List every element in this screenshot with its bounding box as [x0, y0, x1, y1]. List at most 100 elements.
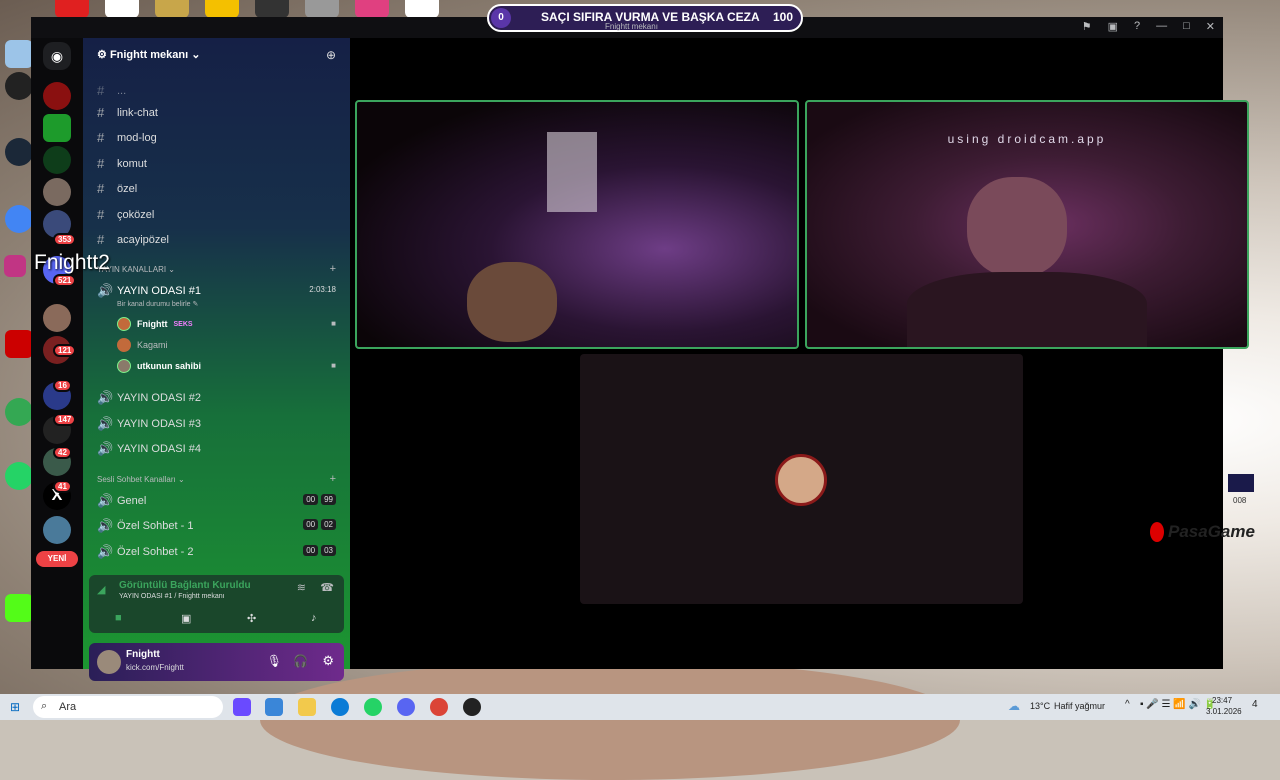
video-tile-3[interactable] [580, 354, 1023, 604]
add-channel-icon[interactable]: + [330, 473, 336, 485]
voice-channel-ozel-1[interactable]: 🔊 Özel Sohbet - 1 [97, 518, 193, 534]
screen-share-button[interactable]: ▣ [181, 612, 191, 625]
discord-home-icon[interactable]: ◉ [43, 42, 71, 70]
speaker-icon: 🔊 [97, 441, 114, 456]
server-settings-icon: ⚙ [97, 49, 107, 61]
obs-icon[interactable] [463, 698, 481, 716]
weather-icon[interactable]: ☁ [1008, 699, 1020, 713]
brand-logo-icon [1150, 522, 1164, 542]
clock-date[interactable]: 3.01.2026 [1206, 707, 1242, 716]
hash-icon: # [97, 130, 105, 145]
tray-icons[interactable]: ▪ 🎤 ☰ 📶 🔊 🔋 [1140, 699, 1216, 710]
chevron-up-icon[interactable]: ^ [1125, 699, 1130, 710]
weather-text: Hafif yağmur [1054, 701, 1106, 711]
channel-link-chat[interactable]: # link-chat [97, 105, 158, 120]
connection-detail[interactable]: YAYIN ODASI #1 / Fnightt mekanı [119, 593, 225, 600]
avatar[interactable] [97, 650, 121, 674]
server-icon[interactable] [43, 516, 71, 544]
add-member-icon[interactable]: ⊕ [326, 48, 336, 62]
channel-status-hint[interactable]: Bir kanal durumu belirle ✎ [117, 300, 198, 308]
explorer-icon[interactable] [298, 698, 316, 716]
weather-temp: 13°C [1030, 701, 1051, 711]
channel-acayipozel[interactable]: # acayipözel [97, 232, 169, 247]
server-rail: ◉ 353 521 121 16 147 42 X 41 YENİ [31, 38, 83, 669]
search-box[interactable]: ⌕ Ara [33, 696, 223, 718]
avatar [117, 317, 131, 331]
avatar [117, 359, 131, 373]
speaker-icon: 🔊 [97, 544, 114, 559]
store-icon[interactable] [265, 698, 283, 716]
connection-title: Görüntülü Bağlantı Kuruldu [119, 580, 251, 591]
notifications-badge[interactable]: 4 [1252, 699, 1258, 710]
discord-icon[interactable] [397, 698, 415, 716]
unread-badge: 41 [53, 480, 72, 493]
channel-ozel[interactable]: # özel [97, 181, 137, 196]
new-badge[interactable]: YENİ [36, 551, 78, 567]
screen-icon[interactable]: ▣ [1108, 20, 1118, 33]
user-panel: Fnightt kick.com/Fnightt 🎙 🎧 ⚙ [89, 643, 344, 681]
user-limit: 00 03 [303, 545, 336, 556]
headphones-icon[interactable]: 🎧 [293, 654, 308, 668]
soundboard-button[interactable]: ♪ [311, 612, 317, 624]
maximize-icon[interactable]: □ [1183, 20, 1190, 33]
whatsapp-icon[interactable] [364, 698, 382, 716]
speaker-icon: 🔊 [97, 493, 114, 508]
webcam-face [260, 660, 960, 780]
chrome-icon[interactable] [430, 698, 448, 716]
flag-icon[interactable]: ⚑ [1082, 20, 1092, 33]
user-limit: 00 99 [303, 494, 336, 505]
voice-user[interactable]: utkunun sahibi [117, 359, 201, 373]
video-tile-2[interactable]: using droidcam.app [805, 100, 1249, 349]
jersey-shape [547, 132, 597, 212]
video-tile-1[interactable] [355, 100, 799, 349]
category-voice[interactable]: Sesli Sohbet Kanalları ⌄ [97, 475, 185, 484]
server-icon[interactable] [43, 114, 71, 142]
channel-komut[interactable]: # komut [97, 156, 147, 171]
person-shape [467, 262, 557, 342]
activities-button[interactable]: ✣ [247, 612, 256, 625]
hash-icon: # [97, 156, 105, 171]
instagram-icon [4, 255, 26, 277]
edge-icon[interactable] [331, 698, 349, 716]
copilot-icon[interactable] [233, 698, 251, 716]
brand-logo: PasaGame [1168, 522, 1255, 541]
discord-window: ⚑ ▣ ? — □ ✕ ◉ 353 521 121 16 147 42 X 41… [31, 17, 1249, 681]
noise-suppression-icon[interactable]: ≋ [297, 581, 306, 594]
channel-partial[interactable]: #... [97, 83, 126, 98]
microphone-icon[interactable]: 🎙 [267, 654, 282, 668]
minimize-icon[interactable]: — [1156, 20, 1167, 33]
voice-channel-genel[interactable]: 🔊 Genel [97, 493, 146, 509]
voice-channel-active[interactable]: 🔊 YAYIN ODASI #1 [97, 283, 201, 299]
voice-channel[interactable]: 🔊 YAYIN ODASI #3 [97, 416, 201, 432]
server-icon[interactable] [43, 82, 71, 110]
search-placeholder: Ara [59, 701, 77, 713]
voice-user[interactable]: Fnightt SEKS [117, 317, 193, 331]
server-icon[interactable] [43, 178, 71, 206]
clock-time[interactable]: 23:47 [1212, 696, 1232, 705]
user-limit: 00 02 [303, 519, 336, 530]
voice-channel[interactable]: 🔊 YAYIN ODASI #4 [97, 441, 201, 457]
goal-left-score: 0 [491, 8, 511, 28]
server-icon[interactable] [43, 146, 71, 174]
settings-gear-icon[interactable]: ⚙ [322, 653, 334, 669]
voice-user[interactable]: Kagami [117, 338, 168, 352]
voice-channel-ozel-2[interactable]: 🔊 Özel Sohbet - 2 [97, 544, 193, 560]
channel-mod-log[interactable]: # mod-log [97, 130, 157, 145]
desktop-top-icons [55, 0, 439, 18]
add-channel-icon[interactable]: + [330, 263, 336, 275]
voice-channel[interactable]: 🔊 YAYIN ODASI #2 [97, 390, 201, 406]
avatar [117, 338, 131, 352]
server-icon[interactable] [43, 304, 71, 332]
server-header[interactable]: ⚙ Fnightt mekanı ⌄ [97, 48, 200, 61]
close-icon[interactable]: ✕ [1206, 20, 1215, 33]
start-icon[interactable]: ⊞ [10, 700, 20, 714]
user-status: kick.com/Fnightt [126, 663, 184, 672]
camera-button[interactable]: ■ [115, 612, 122, 624]
search-icon: ⌕ [41, 700, 48, 712]
channel-cokozel[interactable]: # çoközel [97, 207, 154, 222]
help-icon[interactable]: ? [1134, 20, 1140, 33]
desktop-thumbnail[interactable] [1228, 474, 1254, 492]
disconnect-icon[interactable]: ☎ [320, 581, 334, 594]
speaker-icon: 🔊 [97, 390, 114, 405]
unread-badge: 42 [53, 446, 72, 459]
